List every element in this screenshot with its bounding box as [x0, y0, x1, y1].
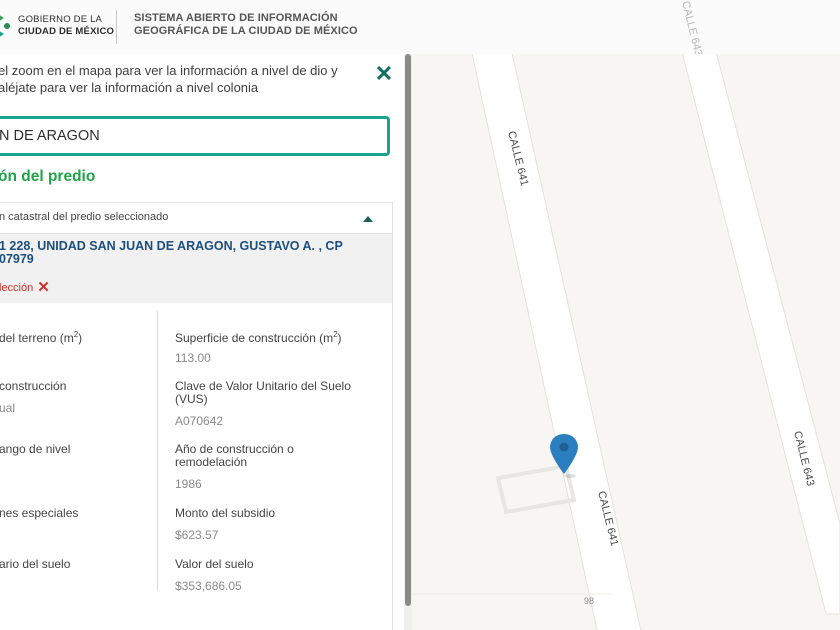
logo-line-1: GOBIERNO DE LA	[18, 14, 103, 25]
field-value-land-value: $353,686.05	[175, 579, 242, 593]
property-address: 1 228, UNIDAD SAN JUAN DE ARAGON, GUSTAV…	[0, 239, 343, 266]
logo-line-2: CIUDAD DE MÉXICO	[18, 26, 115, 37]
card-header-text: n catastral del predio seleccionado	[0, 211, 169, 223]
field-label-land-unit-value: ario del suelo	[0, 557, 71, 571]
field-value-construction-area: 113.00	[175, 351, 211, 365]
address-block: 1 228, UNIDAD SAN JUAN DE ARAGON, GUSTAV…	[0, 234, 392, 303]
street-calle-643	[682, 54, 840, 615]
panel-scrollbar[interactable]	[404, 54, 412, 630]
field-label-land-value: Valor del suelo	[175, 557, 254, 571]
system-title-line-2: GEOGRÁFICA DE LA CIUDAD DE MÉXICO	[134, 25, 358, 37]
field-value-construction-year: 1986	[175, 477, 202, 491]
field-label-construction-area: Superficie de construcción (m2)	[175, 330, 342, 345]
field-label-level-range: ango de nivel	[0, 442, 71, 456]
header-divider	[116, 10, 117, 44]
field-label-subsidy: Monto del subsidio	[175, 506, 276, 520]
street-label-643-upper: CALLE 643	[679, 0, 704, 54]
system-title: SISTEMA ABIERTO DE INFORMACIÓN GEOGRÁFIC…	[134, 12, 358, 38]
cadastral-card: n catastral del predio seleccionado 1 22…	[0, 202, 393, 630]
collapse-caret-icon[interactable]	[363, 216, 373, 222]
government-logo-text: GOBIERNO DE LA CIUDAD DE MÉXICO	[18, 14, 114, 38]
clear-selection-link[interactable]: lección ✕	[0, 278, 50, 296]
clear-selection-label: lección	[0, 282, 34, 294]
map-canvas[interactable]: CALLE 641 CALLE 641 CALLE 643 98	[412, 54, 840, 630]
card-header[interactable]: n catastral del predio seleccionado	[0, 203, 392, 234]
field-value-vus-key: A070642	[175, 414, 224, 428]
field-label-construction-year: Año de construcción o remodelación	[175, 442, 294, 469]
zoom-instructions: el zoom en el mapa para ver la informaci…	[0, 63, 338, 95]
close-icon[interactable]: ✕	[374, 63, 394, 85]
search-box[interactable]	[0, 116, 390, 156]
column-divider	[157, 311, 158, 591]
field-value-construction-use: ual	[0, 401, 16, 415]
system-title-line-1: SISTEMA ABIERTO DE INFORMACIÓN	[134, 12, 338, 24]
field-label-construction-use: construcción	[0, 379, 67, 393]
map-top-strip: CALLE 643	[679, 0, 704, 54]
info-panel: el zoom en el mapa para ver la informaci…	[0, 54, 404, 630]
scrollbar-thumb[interactable]	[405, 54, 411, 606]
field-value-subsidy: $623.57	[175, 528, 219, 542]
field-label-special-conditions: nes especiales	[0, 506, 79, 520]
field-label-land-area: del terreno (m2)	[0, 330, 83, 345]
section-title: ón del predio	[0, 168, 96, 185]
search-input[interactable]	[0, 119, 369, 153]
lot-number-label: 98	[584, 596, 594, 606]
map-view[interactable]: CALLE 641 CALLE 641 CALLE 643 98	[412, 54, 840, 630]
clear-x-icon[interactable]: ✕	[37, 278, 50, 296]
cdmx-logo-icon	[0, 15, 10, 37]
field-label-vus-key: Clave de Valor Unitario del Suelo (VUS)	[175, 379, 351, 406]
